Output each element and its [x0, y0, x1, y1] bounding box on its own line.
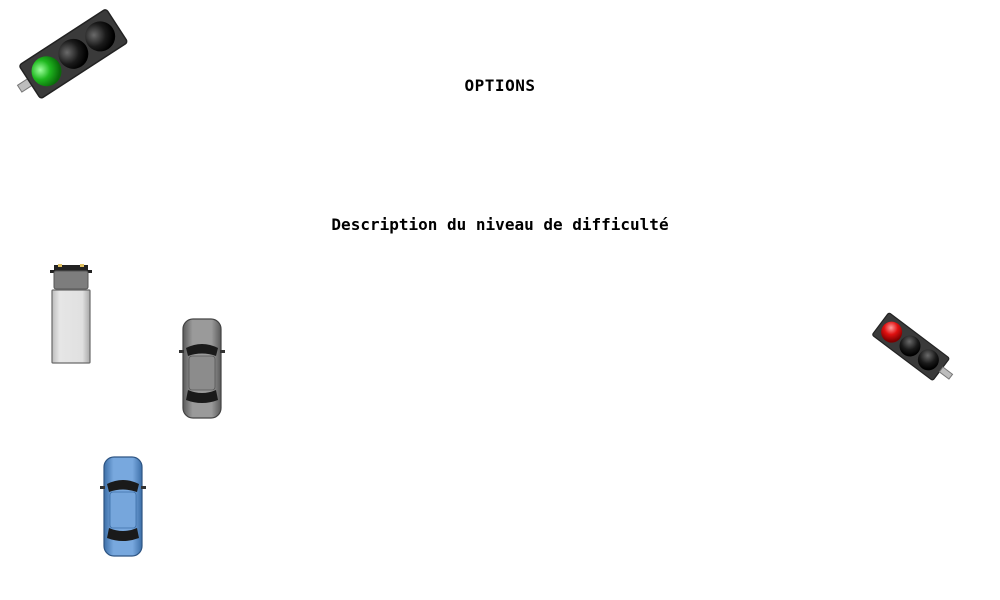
options-title: OPTIONS [464, 76, 536, 95]
traffic-light-red-icon [872, 312, 954, 381]
difficulty-description: Description du niveau de difficulté [331, 215, 669, 234]
truck-icon [50, 264, 92, 364]
car-blue-icon [100, 456, 146, 557]
car-gray-icon [179, 318, 225, 419]
traffic-light-green-icon [16, 9, 128, 99]
